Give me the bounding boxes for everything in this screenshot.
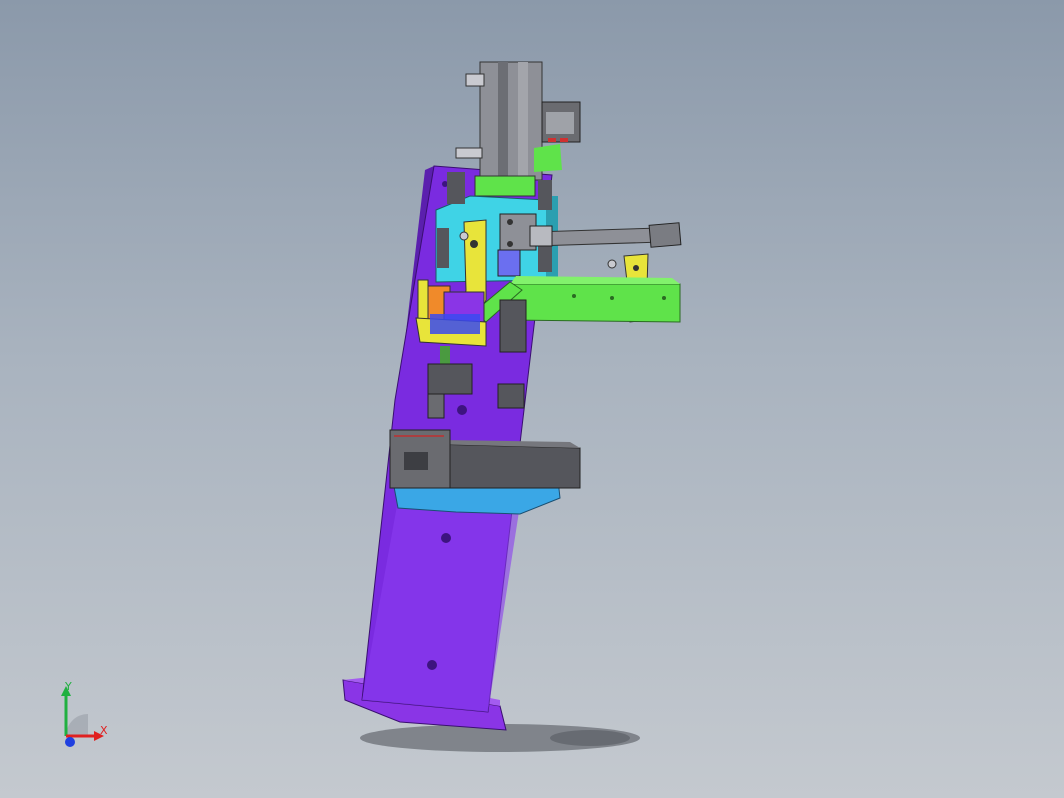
sensor-bracket xyxy=(534,144,562,172)
side-bracket-dark xyxy=(497,383,525,409)
cylinder-fitting xyxy=(465,73,485,87)
column-bolt-hole xyxy=(457,405,467,415)
z-axis-dot xyxy=(65,737,75,747)
clamp-block-bolt xyxy=(507,241,513,247)
rod-end-fitting xyxy=(648,222,682,248)
coordinate-triad: Y X xyxy=(61,680,108,747)
cylinder-fitting xyxy=(455,147,483,159)
green-horizontal-arm[interactable] xyxy=(509,283,681,323)
nozzle-valve[interactable] xyxy=(427,363,473,395)
cylinder-mount-green xyxy=(474,175,536,197)
lower-slide-clamp xyxy=(404,452,428,470)
linear-guide-left xyxy=(447,172,465,204)
nozzle-stem xyxy=(440,346,450,366)
display-indicator xyxy=(560,138,568,142)
cylinder-rod-left xyxy=(498,62,508,182)
nozzle-tip xyxy=(427,393,445,419)
linear-guide-right xyxy=(538,180,552,210)
column-bolt-hole xyxy=(441,533,451,543)
top-air-cylinder[interactable] xyxy=(479,61,543,181)
pneumatic-fitting xyxy=(459,231,469,241)
linear-guide-left-lower xyxy=(437,228,449,268)
arm-hole xyxy=(662,296,666,300)
arm-hole xyxy=(610,296,614,300)
cad-3d-viewport[interactable]: Y X xyxy=(0,0,1064,798)
machine-assembly-model[interactable] xyxy=(0,0,1064,798)
lever-pivot xyxy=(633,265,639,271)
column-bolt-hole xyxy=(427,660,437,670)
x-axis-label: X xyxy=(100,724,108,737)
mid-guide-rail xyxy=(499,299,527,353)
pneumatic-fitting xyxy=(607,259,617,269)
ground-shadow-2 xyxy=(550,730,630,746)
rod-fitting-left xyxy=(529,225,553,247)
green-arm-top xyxy=(510,276,680,284)
arm-hole xyxy=(572,294,576,298)
display-indicator xyxy=(548,138,556,142)
display-screen xyxy=(546,112,574,134)
blue-sensor-block xyxy=(497,249,521,277)
cylinder-rod-right xyxy=(518,62,528,182)
clamp-block-bolt xyxy=(507,219,513,225)
y-axis-label: Y xyxy=(64,680,72,693)
triad-arc xyxy=(66,714,88,736)
lower-slide-cylinder[interactable] xyxy=(429,443,581,489)
blue-gripper-plate xyxy=(430,314,480,334)
lever-pivot xyxy=(470,240,478,248)
